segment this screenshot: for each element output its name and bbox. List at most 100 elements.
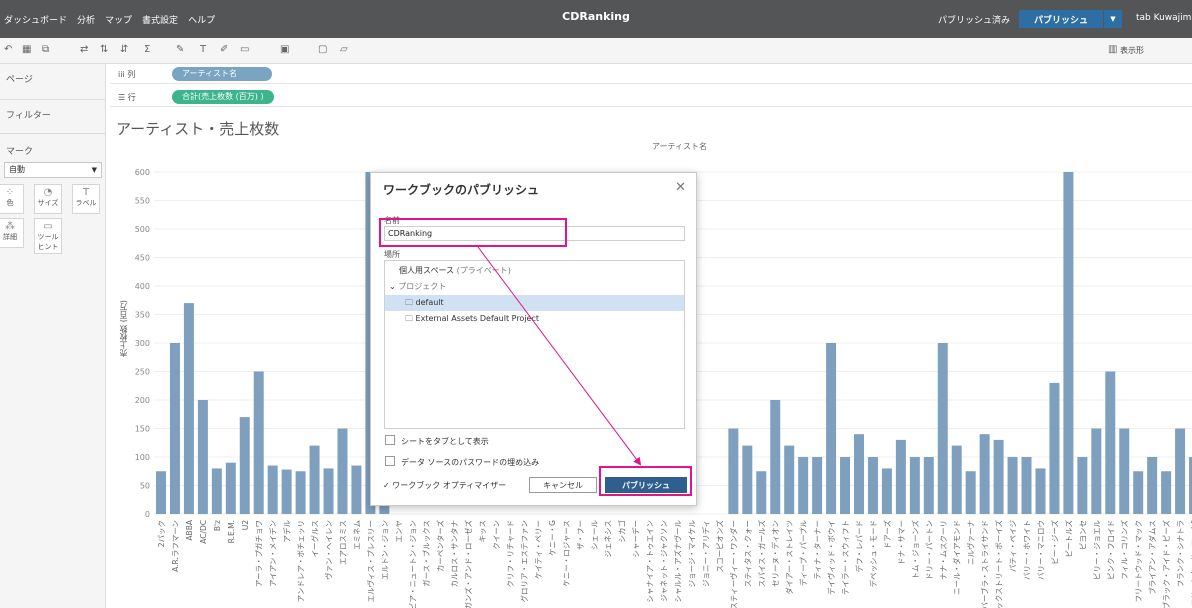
bar[interactable] — [1049, 382, 1060, 514]
bar[interactable] — [742, 445, 753, 514]
bar[interactable] — [1147, 457, 1158, 514]
workbook-optimizer-link[interactable]: ✓ ワークブック オプティマイザー — [383, 480, 506, 491]
x-tick-label: エルトン・ジョン — [380, 520, 389, 580]
location-external-assets[interactable]: 🗀 External Assets Default Project — [385, 311, 684, 327]
bar[interactable] — [826, 343, 837, 514]
bar[interactable] — [854, 434, 864, 514]
bar[interactable] — [1063, 172, 1074, 514]
bar[interactable] — [770, 400, 781, 514]
menu-dashboard[interactable]: ダッシュボード — [4, 13, 67, 26]
location-personal-space[interactable]: 個人用スペース (プライベート) — [385, 263, 684, 279]
close-icon[interactable]: ✕ — [675, 180, 686, 195]
bar[interactable] — [183, 303, 194, 514]
size-button[interactable]: ◔ サイズ — [34, 184, 62, 214]
tabs-checkbox[interactable] — [385, 435, 395, 445]
mark-type-select[interactable]: 自動 ▼ — [4, 162, 102, 178]
location-default[interactable]: 🗀 default — [385, 295, 684, 311]
top-publish-button[interactable]: パブリッシュ — [1019, 10, 1103, 28]
present-icon[interactable]: ▣ — [280, 44, 289, 55]
bar[interactable] — [225, 462, 236, 514]
bar[interactable] — [211, 468, 222, 514]
bar[interactable] — [756, 471, 767, 514]
bar[interactable] — [909, 457, 920, 514]
bar[interactable] — [1133, 471, 1144, 514]
bar[interactable] — [1119, 428, 1130, 515]
new-sheet-icon[interactable]: ▦ — [22, 44, 31, 55]
bar[interactable] — [169, 343, 180, 514]
password-checkbox[interactable] — [385, 456, 395, 466]
bar[interactable] — [840, 457, 851, 514]
menu-help[interactable]: ヘルプ — [188, 13, 215, 26]
rows-pill[interactable]: 合計(売上枚数 (百万) ) — [172, 90, 274, 104]
highlight-icon[interactable]: ✎ — [176, 44, 184, 55]
bar[interactable] — [951, 445, 962, 514]
label-button[interactable]: T ラベル — [72, 184, 100, 214]
bar[interactable] — [1035, 468, 1046, 514]
menu-format[interactable]: 書式設定 — [142, 13, 178, 26]
tooltip-button[interactable]: ▭ ツールヒント — [34, 218, 62, 254]
rows-shelf[interactable]: ☰ 行 合計(売上枚数 (百万) ) — [110, 87, 1192, 107]
sum-icon[interactable]: Σ — [144, 44, 150, 55]
bar[interactable] — [937, 343, 948, 514]
tooltip-mark-icon: ▭ — [43, 221, 53, 232]
bar[interactable] — [253, 371, 264, 515]
bar[interactable] — [337, 428, 348, 515]
user-name[interactable]: tab Kuwajima — [1136, 13, 1192, 23]
x-tick-label: ガース・ブルックス — [421, 520, 431, 587]
bar[interactable] — [197, 400, 208, 514]
bar[interactable] — [1077, 457, 1088, 514]
bar[interactable] — [1161, 471, 1172, 514]
bar[interactable] — [281, 469, 292, 514]
bar[interactable] — [1007, 457, 1018, 514]
x-tick-label: トム・ジョーンズ — [910, 520, 920, 580]
bar[interactable] — [309, 445, 320, 514]
detail-button[interactable]: ⁂ 詳細 — [0, 218, 24, 248]
menu-map[interactable]: マップ — [105, 13, 132, 26]
undo-icon[interactable]: ↶ — [4, 44, 12, 55]
marks-title: マーク — [6, 147, 34, 157]
bar[interactable] — [156, 471, 166, 514]
columns-shelf[interactable]: iii 列 アーティスト名 — [110, 64, 1192, 84]
publish-dropdown-icon[interactable]: ▼ — [1104, 10, 1122, 28]
comment-icon[interactable]: ▱ — [340, 44, 348, 55]
tooltip-icon[interactable]: ▢ — [318, 44, 327, 55]
rows-label: ☰ 行 — [118, 93, 136, 102]
bar[interactable] — [351, 465, 362, 514]
sort-desc-icon[interactable]: ⇵ — [120, 44, 128, 55]
bar[interactable] — [979, 434, 990, 514]
bar[interactable] — [881, 468, 892, 514]
bar[interactable] — [895, 439, 906, 514]
bar[interactable] — [1021, 457, 1032, 514]
columns-pill[interactable]: アーティスト名 — [172, 67, 272, 81]
bar[interactable] — [993, 439, 1004, 514]
bar[interactable] — [239, 417, 250, 514]
sort-asc-icon[interactable]: ⇅ — [100, 44, 108, 55]
duplicate-icon[interactable]: ⧉ — [42, 44, 49, 55]
bar[interactable] — [1105, 371, 1116, 515]
color-button[interactable]: ⁘ 色 — [0, 184, 24, 214]
location-projects[interactable]: ⌄ プロジェクト — [385, 279, 684, 295]
menu-analysis[interactable]: 分析 — [77, 13, 95, 26]
fit-icon[interactable]: ▭ — [240, 44, 249, 55]
x-tick-label: ジョージ・マイケル — [687, 520, 696, 588]
bar[interactable] — [1091, 428, 1102, 515]
swap-icon[interactable]: ⇄ — [80, 44, 88, 55]
cancel-button[interactable]: キャンセル — [529, 477, 597, 493]
show-me-label[interactable]: 表示形 — [1120, 45, 1144, 56]
show-me-icon[interactable]: ▥ — [1108, 44, 1117, 55]
text-icon[interactable]: T — [200, 44, 206, 55]
bar[interactable] — [812, 457, 823, 514]
y-tick-label: 250 — [135, 368, 150, 377]
bar[interactable] — [965, 471, 976, 514]
bar[interactable] — [728, 428, 739, 515]
bar[interactable] — [267, 465, 278, 514]
bar[interactable] — [323, 468, 334, 514]
bar[interactable] — [923, 457, 934, 514]
bar[interactable] — [867, 457, 878, 514]
x-tick-label: 2パック — [157, 520, 166, 547]
annotate-icon[interactable]: ✐ — [220, 44, 228, 55]
bar[interactable] — [798, 457, 809, 514]
bar[interactable] — [295, 471, 306, 514]
bar[interactable] — [784, 445, 795, 514]
bar[interactable] — [1175, 428, 1186, 515]
